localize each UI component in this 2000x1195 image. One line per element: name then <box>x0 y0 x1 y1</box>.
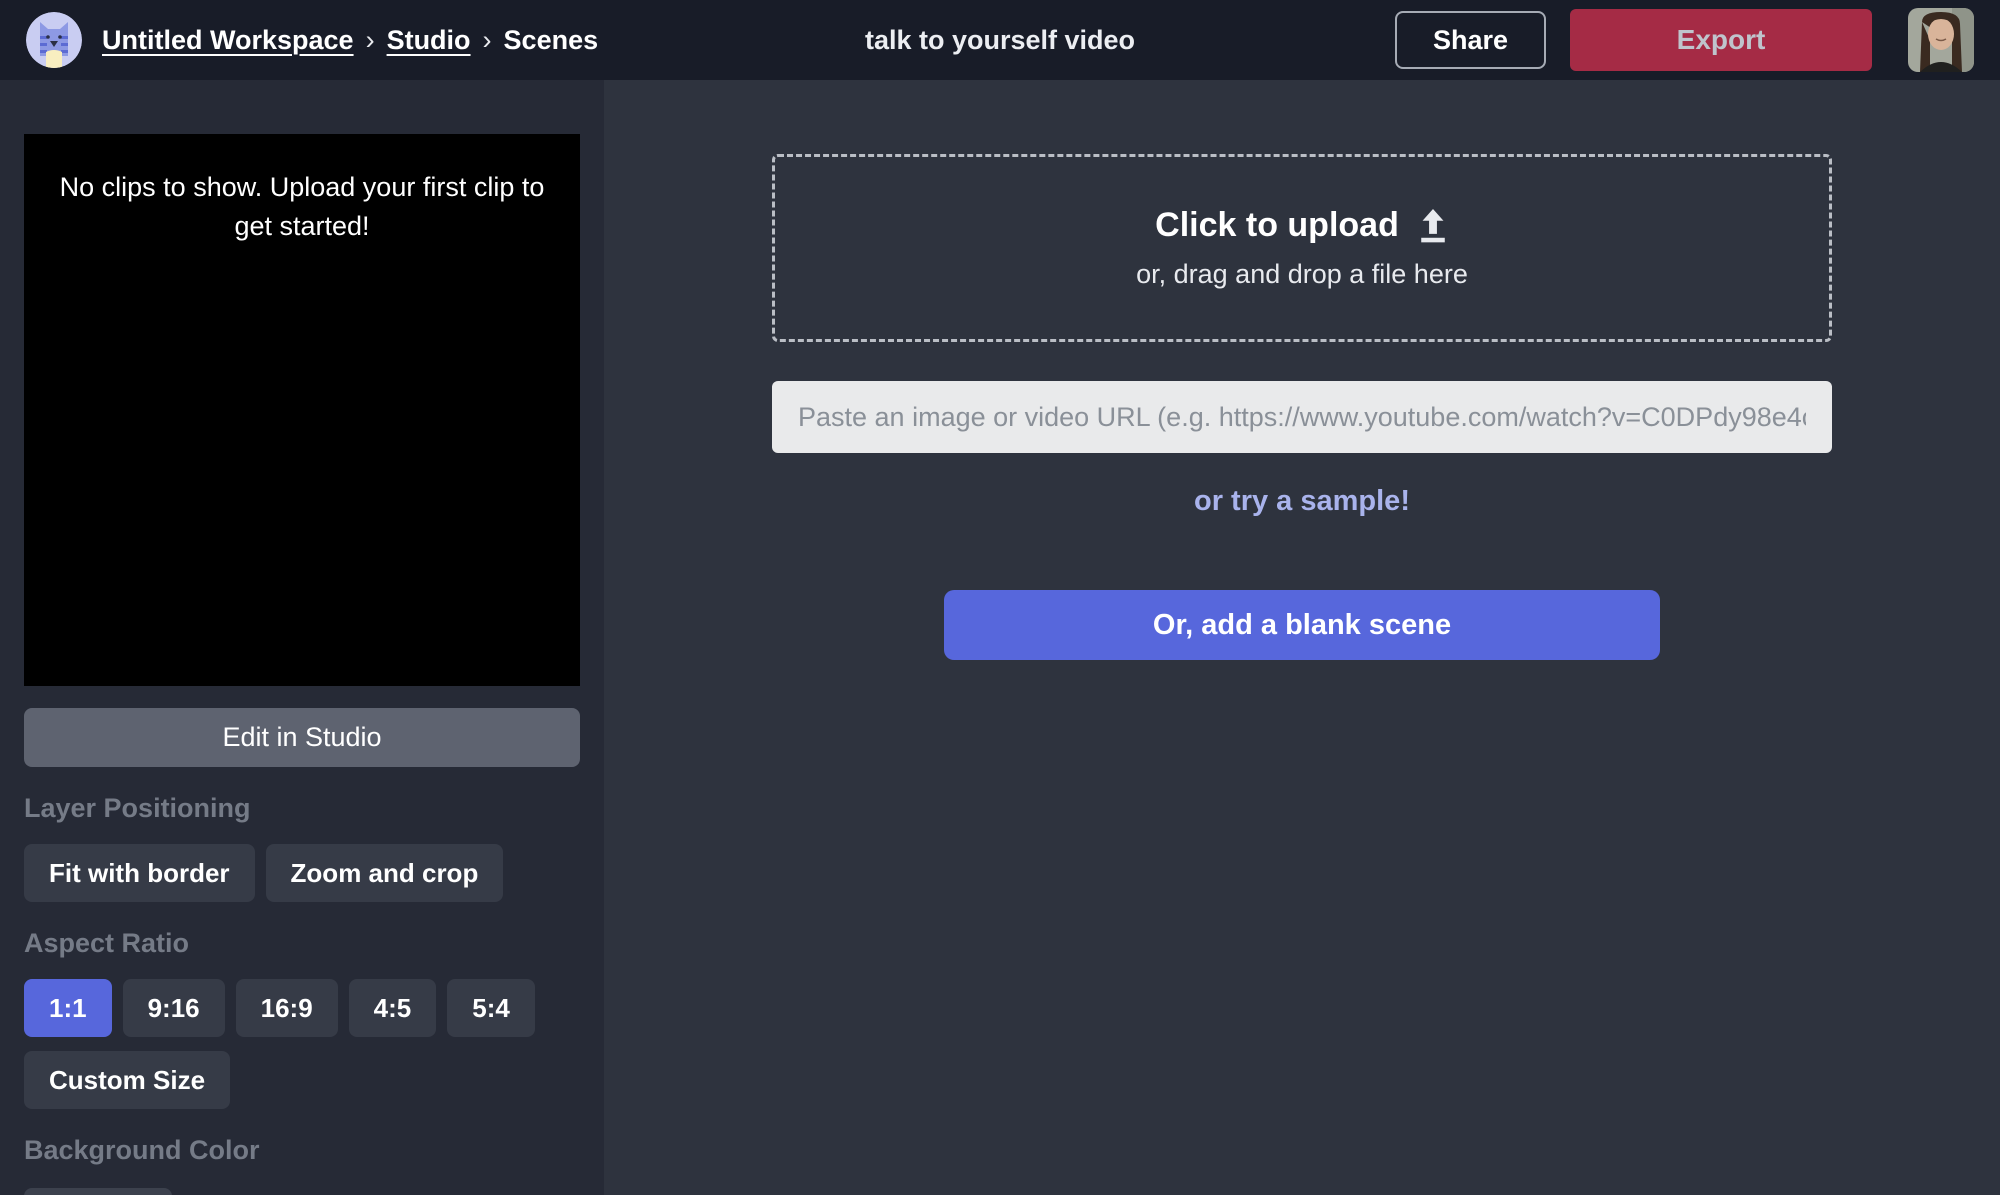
aspect-ratio-5-4-button[interactable]: 5:4 <box>447 979 535 1037</box>
custom-size-button[interactable]: Custom Size <box>24 1051 230 1109</box>
layer-positioning-options: Fit with border Zoom and crop <box>24 844 580 902</box>
zoom-and-crop-button[interactable]: Zoom and crop <box>266 844 504 902</box>
topbar-actions: Share Export <box>1395 8 1974 72</box>
fit-with-border-button[interactable]: Fit with border <box>24 844 255 902</box>
top-bar: Untitled Workspace › Studio › Scenes tal… <box>0 0 2000 80</box>
background-color-label: Background Color <box>24 1135 580 1166</box>
main-content: Click to upload or, drag and drop a file… <box>604 80 2000 1195</box>
aspect-ratio-label: Aspect Ratio <box>24 928 580 959</box>
brand-area: Untitled Workspace › Studio › Scenes <box>26 12 598 68</box>
share-button[interactable]: Share <box>1395 11 1546 69</box>
aspect-ratio-4-5-button[interactable]: 4:5 <box>349 979 437 1037</box>
upload-title: Click to upload <box>1155 206 1399 245</box>
custom-size-row: Custom Size <box>24 1051 580 1109</box>
aspect-ratio-16-9-button[interactable]: 16:9 <box>236 979 338 1037</box>
layer-positioning-label: Layer Positioning <box>24 793 580 824</box>
scene-preview-canvas[interactable]: No clips to show. Upload your first clip… <box>24 134 580 686</box>
breadcrumb: Untitled Workspace › Studio › Scenes <box>102 25 598 56</box>
upload-icon <box>1417 209 1449 243</box>
user-profile-photo[interactable] <box>1908 8 1974 72</box>
upload-column: Click to upload or, drag and drop a file… <box>772 80 1832 660</box>
aspect-ratio-9-16-button[interactable]: 9:16 <box>123 979 225 1037</box>
media-url-input[interactable] <box>772 381 1832 453</box>
scene-sidebar: No clips to show. Upload your first clip… <box>0 80 604 1195</box>
aspect-ratio-1-1-button[interactable]: 1:1 <box>24 979 112 1037</box>
add-blank-scene-button[interactable]: Or, add a blank scene <box>944 590 1660 660</box>
empty-preview-message: No clips to show. Upload your first clip… <box>46 168 558 246</box>
cat-mascot-icon[interactable] <box>26 12 82 68</box>
breadcrumb-studio-link[interactable]: Studio <box>387 25 471 56</box>
breadcrumb-workspace-link[interactable]: Untitled Workspace <box>102 25 354 56</box>
aspect-ratio-options: 1:1 9:16 16:9 4:5 5:4 <box>24 979 580 1037</box>
breadcrumb-separator: › <box>366 25 375 56</box>
upload-subtitle: or, drag and drop a file here <box>1136 259 1468 290</box>
try-sample-link[interactable]: or try a sample! <box>772 485 1832 518</box>
export-button[interactable]: Export <box>1570 9 1872 71</box>
breadcrumb-current-page: Scenes <box>504 25 599 56</box>
breadcrumb-separator: › <box>483 25 492 56</box>
edit-in-studio-button[interactable]: Edit in Studio <box>24 708 580 767</box>
upload-dropzone[interactable]: Click to upload or, drag and drop a file… <box>772 154 1832 342</box>
background-color-swatch[interactable] <box>24 1188 172 1195</box>
upload-title-row: Click to upload <box>1155 206 1449 245</box>
